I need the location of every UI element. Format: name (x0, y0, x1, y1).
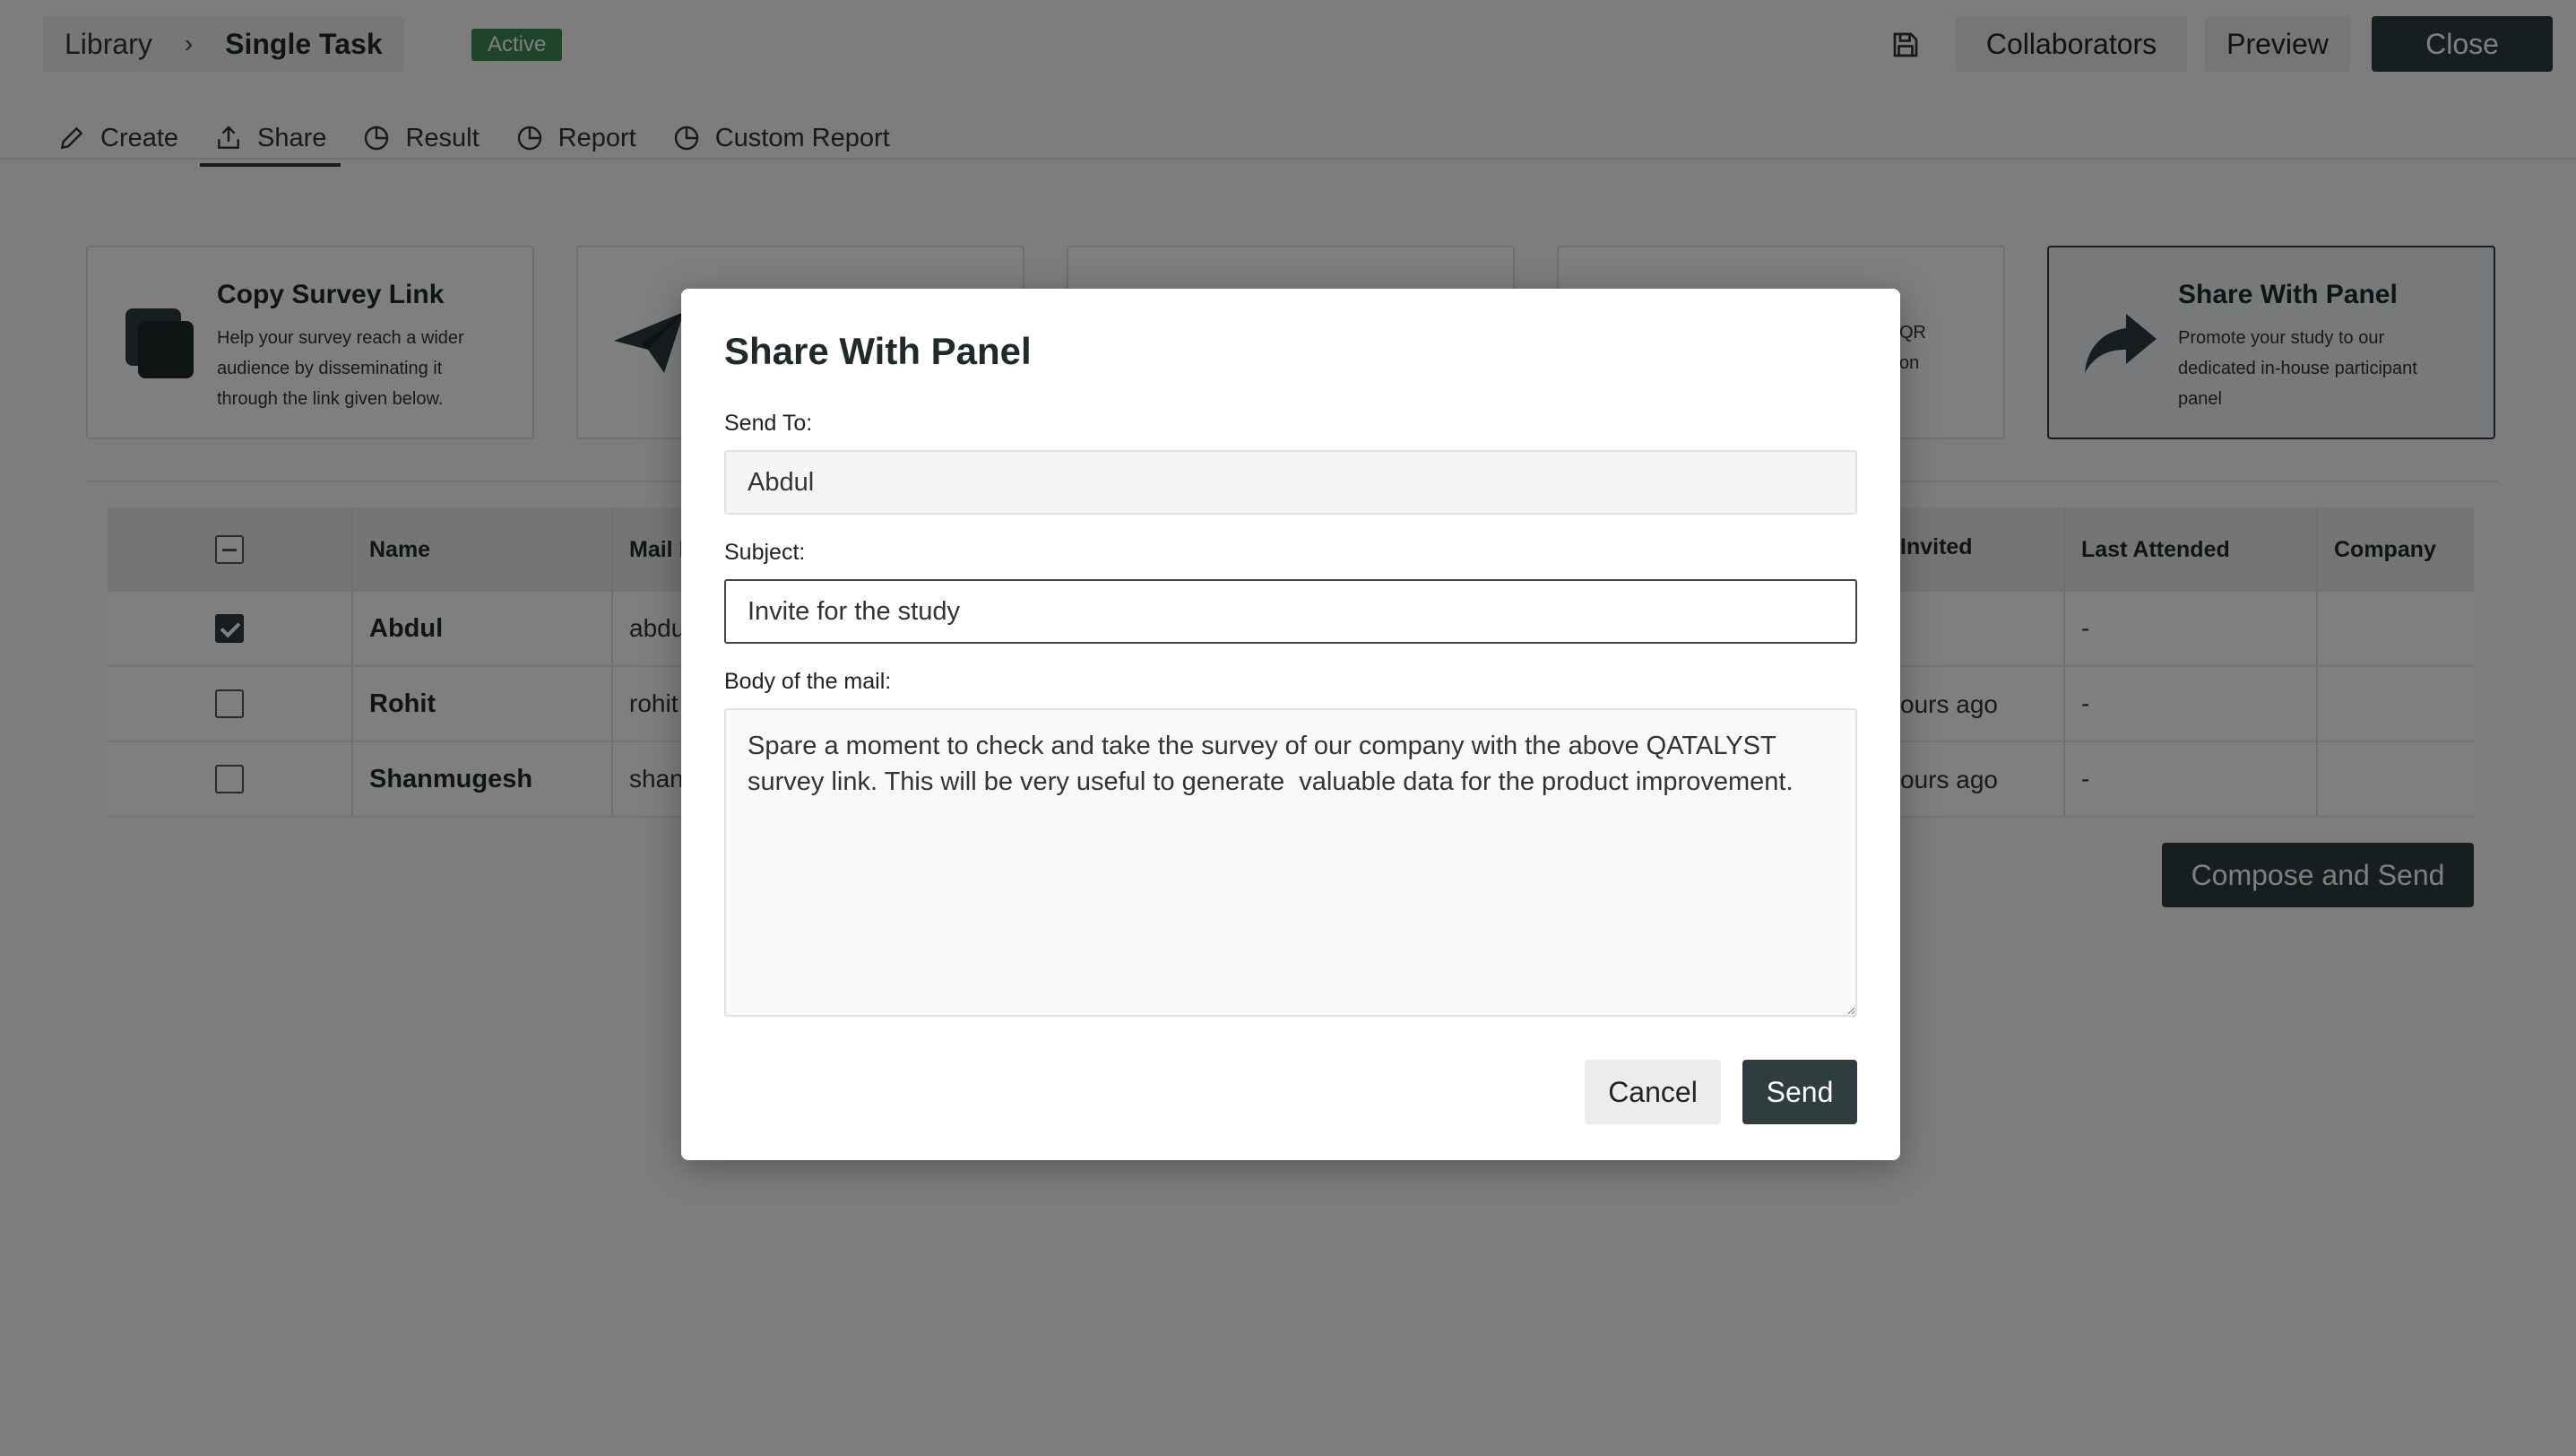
body-label: Body of the mail: (724, 669, 892, 694)
subject-label: Subject: (724, 540, 806, 565)
subject-field[interactable] (724, 579, 1857, 644)
mail-body-textarea[interactable]: Spare a moment to check and take the sur… (724, 708, 1857, 1017)
dialog-title: Share With Panel (724, 330, 1032, 372)
send-to-field[interactable] (724, 450, 1857, 515)
cancel-button[interactable]: Cancel (1585, 1060, 1721, 1124)
send-button[interactable]: Send (1742, 1060, 1857, 1124)
send-to-label: Send To: (724, 411, 813, 436)
share-with-panel-dialog: Share With Panel Send To: Subject: Body … (681, 289, 1900, 1160)
